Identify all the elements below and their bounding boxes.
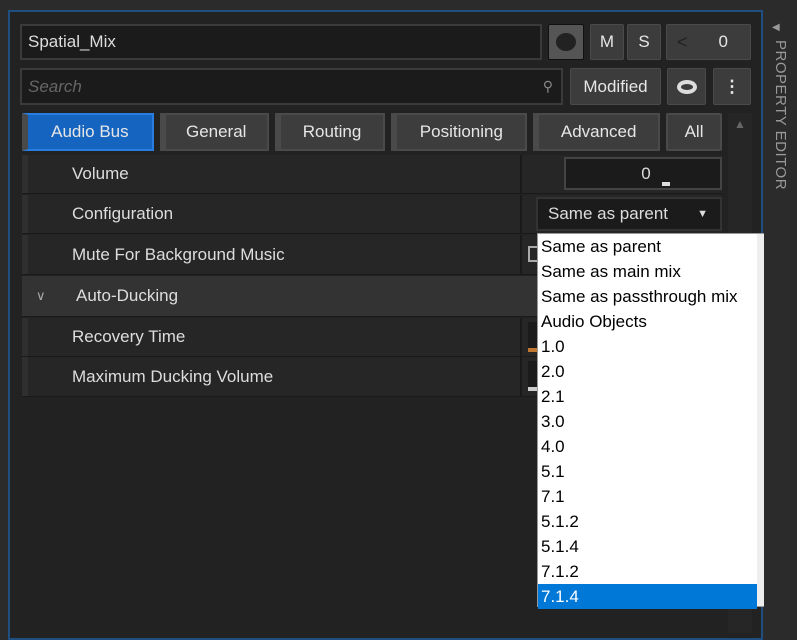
chevron-expand-icon: ∨ xyxy=(36,288,46,303)
modified-filter-button[interactable]: Modified xyxy=(570,68,661,105)
search-icon: ⚲ xyxy=(542,78,553,94)
tab-bar: Audio Bus General Routing Positioning Ad… xyxy=(22,113,722,151)
share-icon: < xyxy=(677,31,688,52)
configuration-dropdown-list: Same as parent Same as main mix Same as pa… xyxy=(537,233,785,609)
more-vertical-icon: ⋮ xyxy=(723,76,741,96)
dropdown-option[interactable]: 3.0 xyxy=(538,409,757,434)
side-panel-strip[interactable]: ◀ PROPERTY EDITOR xyxy=(764,0,797,633)
dropdown-option[interactable]: 5.1 xyxy=(538,459,757,484)
tab-audio-bus[interactable]: Audio Bus xyxy=(22,113,154,151)
volume-value: 0 xyxy=(641,163,651,183)
eye-icon xyxy=(676,79,697,94)
dropdown-option[interactable]: 5.1.2 xyxy=(538,509,757,534)
palette-icon xyxy=(556,33,576,51)
dropdown-option[interactable]: 5.1.4 xyxy=(538,534,757,559)
configuration-value: Same as parent xyxy=(548,204,669,223)
auto-ducking-label: Auto-Ducking xyxy=(76,286,179,305)
dropdown-option[interactable]: 4.0 xyxy=(538,434,757,459)
object-name: Spatial_Mix xyxy=(28,32,116,51)
dropdown-option[interactable]: 1.0 xyxy=(538,334,757,359)
object-name-field[interactable]: Spatial_Mix xyxy=(20,24,542,60)
volume-slider[interactable]: 0 xyxy=(564,157,722,190)
more-options-button[interactable]: ⋮ xyxy=(713,68,751,105)
search-placeholder: Search xyxy=(28,76,82,96)
collapse-arrow-icon: ◀ xyxy=(772,22,780,33)
color-palette-button[interactable] xyxy=(548,24,584,60)
references-count: 0 xyxy=(718,32,728,51)
chevron-down-icon: ▼ xyxy=(697,208,708,220)
mute-bg-label: Mute For Background Music xyxy=(72,244,285,264)
dropdown-option[interactable]: Audio Objects xyxy=(538,309,757,334)
visibility-button[interactable] xyxy=(667,68,706,105)
property-row-configuration: Configuration Same as parent ▼ xyxy=(22,195,722,234)
configuration-dropdown[interactable]: Same as parent ▼ xyxy=(536,197,722,231)
property-editor-title: PROPERTY EDITOR xyxy=(772,40,789,191)
recovery-label: Recovery Time xyxy=(72,327,186,346)
dropdown-option[interactable]: 7.1.2 xyxy=(538,559,757,584)
scroll-up-icon: ▲ xyxy=(734,117,746,131)
tab-positioning[interactable]: Positioning xyxy=(391,113,528,151)
volume-label: Volume xyxy=(72,164,129,183)
tab-all[interactable]: All xyxy=(666,113,722,151)
max-ducking-label: Maximum Ducking Volume xyxy=(72,366,274,386)
dropdown-option[interactable]: 2.1 xyxy=(538,384,757,409)
search-input[interactable]: Search ⚲ xyxy=(20,68,563,105)
property-row-volume: Volume 0 xyxy=(22,155,722,194)
dropdown-option[interactable]: Same as parent xyxy=(538,234,757,259)
slider-thumb[interactable] xyxy=(662,182,670,186)
tab-general[interactable]: General xyxy=(159,113,269,151)
tab-routing[interactable]: Routing xyxy=(274,113,386,151)
tab-advanced[interactable]: Advanced xyxy=(533,113,661,151)
dropdown-option[interactable]: 7.1 xyxy=(538,484,757,509)
mute-button[interactable]: M xyxy=(590,24,624,60)
dropdown-option[interactable]: Same as main mix xyxy=(538,259,757,284)
dropdown-option[interactable]: 2.0 xyxy=(538,359,757,384)
solo-button[interactable]: S xyxy=(627,24,661,60)
dropdown-option[interactable]: Same as passthrough mix xyxy=(538,284,757,309)
references-button[interactable]: <0 xyxy=(666,24,751,60)
configuration-label: Configuration xyxy=(72,204,174,223)
dropdown-option[interactable]: 7.1.4 xyxy=(538,584,757,609)
